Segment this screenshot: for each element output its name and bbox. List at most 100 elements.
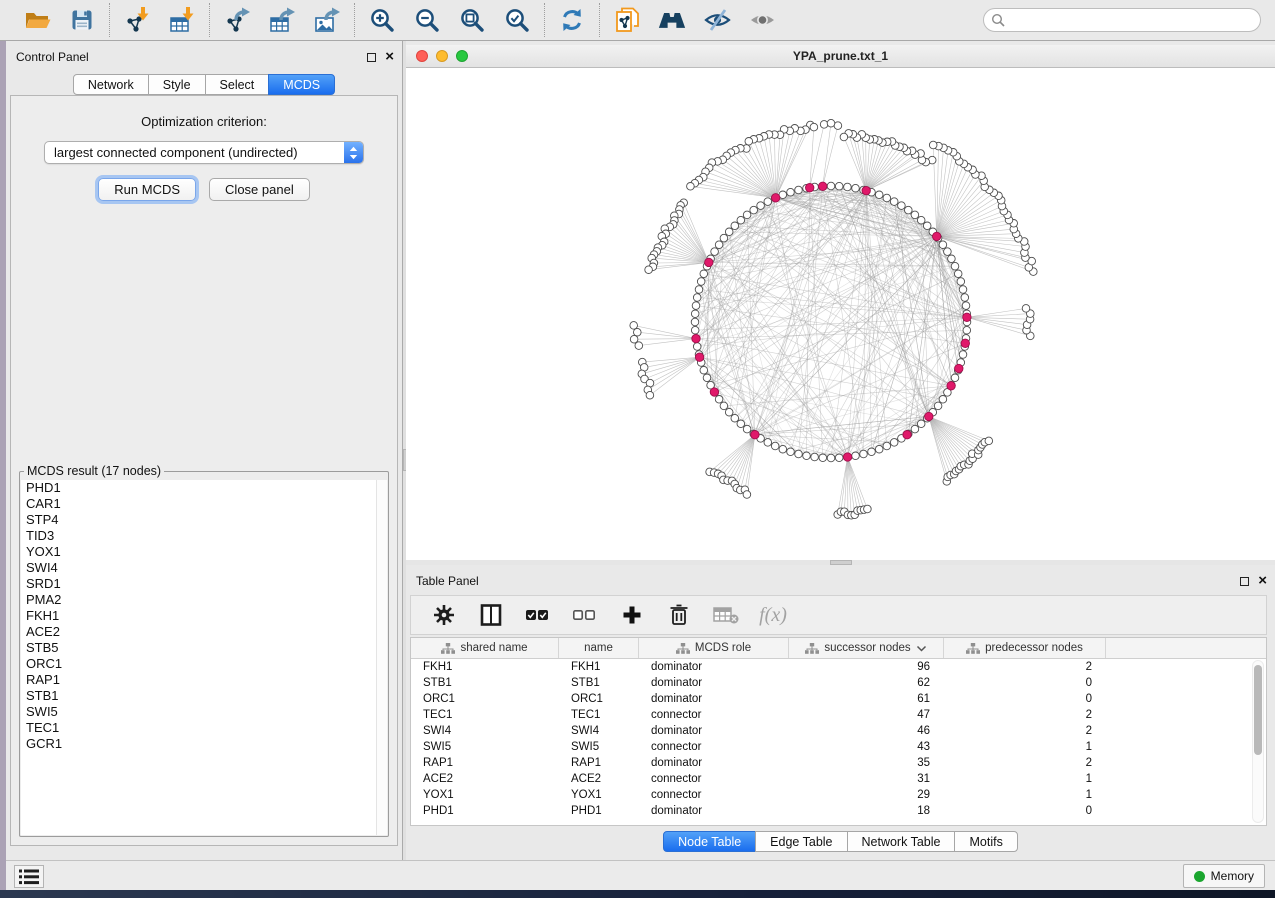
table-row[interactable]: FKH1FKH1dominator962 — [411, 659, 1266, 675]
table-row[interactable]: SWI4SWI4dominator462 — [411, 723, 1266, 739]
table-cell[interactable]: connector — [639, 709, 789, 721]
tab-style[interactable]: Style — [148, 74, 206, 95]
table-row[interactable]: ORC1ORC1dominator610 — [411, 691, 1266, 707]
zoom-fit-icon[interactable] — [458, 6, 486, 34]
column-header-successor-nodes[interactable]: successor nodes — [789, 638, 944, 658]
tab-edge-table[interactable]: Edge Table — [755, 831, 847, 852]
mcds-result-item[interactable]: STP4 — [21, 512, 387, 528]
table-cell[interactable]: 1 — [944, 789, 1106, 801]
table-cell[interactable]: SWI4 — [559, 725, 639, 737]
table-panel-float-button[interactable] — [1240, 577, 1249, 586]
table-row[interactable]: SWI5SWI5connector431 — [411, 739, 1266, 755]
window-minimize-button[interactable] — [436, 50, 448, 62]
table-cell[interactable]: ORC1 — [411, 693, 559, 705]
mcds-result-item[interactable]: CAR1 — [21, 496, 387, 512]
mcds-result-item[interactable]: SWI4 — [21, 560, 387, 576]
window-close-button[interactable] — [416, 50, 428, 62]
table-cell[interactable]: FKH1 — [411, 661, 559, 673]
table-cell[interactable]: TEC1 — [411, 709, 559, 721]
table-cell[interactable]: dominator — [639, 805, 789, 817]
table-cell[interactable]: SWI5 — [411, 741, 559, 753]
table-cell[interactable]: 1 — [944, 773, 1106, 785]
table-cell[interactable]: ACE2 — [559, 773, 639, 785]
deselect-all-icon[interactable] — [572, 602, 598, 628]
mcds-result-item[interactable]: TEC1 — [21, 720, 387, 736]
binoculars-icon[interactable] — [658, 6, 686, 34]
save-icon[interactable] — [68, 6, 96, 34]
export-network-icon[interactable] — [223, 6, 251, 34]
table-cell[interactable]: SWI4 — [411, 725, 559, 737]
clone-network-icon[interactable] — [613, 6, 641, 34]
table-cell[interactable]: PHD1 — [411, 805, 559, 817]
export-table-icon[interactable] — [268, 6, 296, 34]
table-cell[interactable]: 62 — [789, 677, 944, 689]
table-cell[interactable]: 18 — [789, 805, 944, 817]
table-cell[interactable]: 47 — [789, 709, 944, 721]
table-cell[interactable]: connector — [639, 789, 789, 801]
show-all-icon[interactable] — [748, 6, 776, 34]
hide-selected-icon[interactable] — [703, 6, 731, 34]
table-cell[interactable]: RAP1 — [559, 757, 639, 769]
zoom-selected-icon[interactable] — [503, 6, 531, 34]
table-row[interactable]: RAP1RAP1dominator352 — [411, 755, 1266, 771]
refresh-icon[interactable] — [558, 6, 586, 34]
tab-mcds[interactable]: MCDS — [268, 74, 335, 95]
gear-icon[interactable] — [431, 602, 457, 628]
table-cell[interactable]: 2 — [944, 709, 1106, 721]
mcds-result-item[interactable]: FKH1 — [21, 608, 387, 624]
mcds-result-item[interactable]: STB1 — [21, 688, 387, 704]
table-scrollbar[interactable] — [1252, 660, 1264, 823]
column-header-name[interactable]: name — [559, 638, 639, 658]
tab-select[interactable]: Select — [205, 74, 270, 95]
mcds-result-item[interactable]: PHD1 — [21, 480, 387, 496]
table-row[interactable]: STB1STB1dominator620 — [411, 675, 1266, 691]
run-mcds-button[interactable]: Run MCDS — [98, 178, 196, 201]
table-cell[interactable]: connector — [639, 773, 789, 785]
table-cell[interactable]: dominator — [639, 757, 789, 769]
search-field[interactable] — [983, 8, 1261, 32]
table-cell[interactable]: 2 — [944, 757, 1106, 769]
import-network-icon[interactable] — [123, 6, 151, 34]
table-cell[interactable]: STB1 — [411, 677, 559, 689]
table-cell[interactable]: dominator — [639, 661, 789, 673]
mcds-result-item[interactable]: PMA2 — [21, 592, 387, 608]
mcds-result-item[interactable]: GCR1 — [21, 736, 387, 752]
tab-network-table[interactable]: Network Table — [847, 831, 956, 852]
tab-network[interactable]: Network — [73, 74, 149, 95]
table-panel-close-button[interactable]: × — [1258, 576, 1267, 586]
table-cell[interactable]: 1 — [944, 741, 1106, 753]
table-cell[interactable]: 2 — [944, 725, 1106, 737]
mcds-result-item[interactable]: YOX1 — [21, 544, 387, 560]
search-input[interactable] — [1006, 11, 1260, 29]
table-cell[interactable]: YOX1 — [411, 789, 559, 801]
memory-button[interactable]: Memory — [1183, 864, 1265, 888]
table-row[interactable]: YOX1YOX1connector291 — [411, 787, 1266, 803]
mcds-result-item[interactable]: ACE2 — [21, 624, 387, 640]
table-cell[interactable]: SWI5 — [559, 741, 639, 753]
table-cell[interactable]: dominator — [639, 693, 789, 705]
mcds-result-item[interactable]: STB5 — [21, 640, 387, 656]
mcds-result-item[interactable]: ORC1 — [21, 656, 387, 672]
table-row[interactable]: TEC1TEC1connector472 — [411, 707, 1266, 723]
table-cell[interactable]: ACE2 — [411, 773, 559, 785]
export-image-icon[interactable] — [313, 6, 341, 34]
table-cell[interactable]: 2 — [944, 661, 1106, 673]
table-cell[interactable]: 61 — [789, 693, 944, 705]
table-cell[interactable]: dominator — [639, 677, 789, 689]
table-scrollbar-thumb[interactable] — [1254, 665, 1262, 755]
add-icon[interactable] — [619, 602, 645, 628]
control-panel-close-button[interactable]: × — [385, 52, 394, 62]
table-cell[interactable]: 0 — [944, 805, 1106, 817]
column-header-MCDS-role[interactable]: MCDS role — [639, 638, 789, 658]
criterion-select[interactable]: largest connected component (undirected) — [44, 141, 364, 164]
table-row[interactable]: PHD1PHD1dominator180 — [411, 803, 1266, 819]
table-cell[interactable]: 96 — [789, 661, 944, 673]
zoom-out-icon[interactable] — [413, 6, 441, 34]
open-folder-icon[interactable] — [23, 6, 51, 34]
mcds-result-item[interactable]: RAP1 — [21, 672, 387, 688]
mcds-result-item[interactable]: TID3 — [21, 528, 387, 544]
select-all-icon[interactable] — [525, 602, 551, 628]
table-cell[interactable]: 0 — [944, 693, 1106, 705]
table-row[interactable]: ACE2ACE2connector311 — [411, 771, 1266, 787]
delete-icon[interactable] — [666, 602, 692, 628]
